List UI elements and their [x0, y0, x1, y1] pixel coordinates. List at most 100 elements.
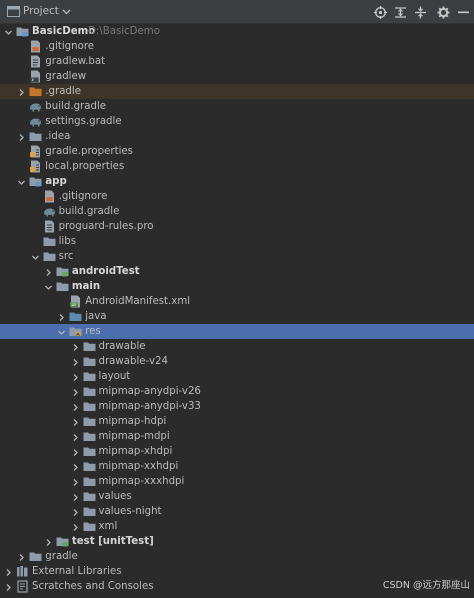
hide-panel-icon[interactable]	[456, 5, 470, 19]
folder-icon	[83, 415, 96, 428]
chevron-right-icon[interactable]	[71, 387, 80, 396]
chevron-right-icon[interactable]	[4, 582, 13, 591]
chevron-down-icon[interactable]	[57, 327, 66, 336]
tree-item[interactable]: src	[0, 249, 474, 264]
tree-item-label: libs	[58, 236, 77, 247]
tree-item[interactable]: gradlew.bat	[0, 54, 474, 69]
tree-item[interactable]: proguard-rules.pro	[0, 219, 474, 234]
tree-item[interactable]: app	[0, 174, 474, 189]
folder-icon	[29, 550, 42, 563]
tree-item[interactable]: BasicDemo D:\BasicDemo	[0, 24, 474, 39]
chevron-right-icon[interactable]	[71, 402, 80, 411]
tree-item[interactable]: gradle.properties	[0, 144, 474, 159]
chevron-right-icon[interactable]	[71, 477, 80, 486]
tree-item[interactable]: main	[0, 279, 474, 294]
chevron-right-icon[interactable]	[71, 462, 80, 471]
gear-icon[interactable]	[436, 5, 450, 19]
tree-item[interactable]: mipmap-anydpi-v33	[0, 399, 474, 414]
tree-item[interactable]: drawable	[0, 339, 474, 354]
tree-item[interactable]: build.gradle	[0, 99, 474, 114]
tree-item[interactable]: gradle	[0, 549, 474, 564]
tree-item[interactable]: mipmap-xhdpi	[0, 444, 474, 459]
expand-all-icon[interactable]	[393, 5, 407, 19]
properties-file-icon	[29, 160, 42, 173]
tree-item-path-hint: D:\BasicDemo	[88, 26, 160, 37]
folder-icon	[56, 280, 69, 293]
chevron-down-icon[interactable]	[62, 7, 71, 16]
tree-item[interactable]: mipmap-xxxhdpi	[0, 474, 474, 489]
tree-item-label: main	[71, 281, 101, 292]
tree-item[interactable]: .idea	[0, 129, 474, 144]
tree-item-label: values	[98, 491, 132, 502]
tree-item[interactable]: local.properties	[0, 159, 474, 174]
chevron-right-icon[interactable]	[71, 447, 80, 456]
tree-item-label: app	[45, 176, 67, 187]
chevron-right-icon[interactable]	[44, 537, 53, 546]
chevron-right-icon[interactable]	[71, 417, 80, 426]
chevron-right-icon[interactable]	[71, 432, 80, 441]
folder-icon	[83, 340, 96, 353]
tree-item[interactable]: drawable-v24	[0, 354, 474, 369]
tree-item-label: build.gradle	[45, 101, 107, 112]
tree-item[interactable]: mipmap-mdpi	[0, 429, 474, 444]
tree-item[interactable]: test [unitTest]	[0, 534, 474, 549]
chevron-down-icon[interactable]	[31, 252, 40, 261]
tree-item[interactable]: .gitignore	[0, 189, 474, 204]
scratches-icon	[16, 580, 29, 593]
tree-item-label: Scratches and Consoles	[32, 581, 154, 592]
folder-icon	[83, 400, 96, 413]
chevron-right-icon[interactable]	[17, 87, 26, 96]
gradle-elephant-icon	[43, 205, 56, 218]
tree-item[interactable]: .gradle	[0, 84, 474, 99]
tree-item[interactable]: xml	[0, 519, 474, 534]
project-toolbar: Project	[0, 0, 474, 24]
tree-item-label: java	[85, 311, 107, 322]
tree-item[interactable]: java	[0, 309, 474, 324]
chevron-right-icon[interactable]	[44, 267, 53, 276]
tree-item[interactable]: settings.gradle	[0, 114, 474, 129]
tree-item[interactable]: values	[0, 489, 474, 504]
chevron-right-icon[interactable]	[71, 342, 80, 351]
tree-item-label: gradle	[45, 551, 78, 562]
tree-item[interactable]: layout	[0, 369, 474, 384]
tree-item[interactable]: androidTest	[0, 264, 474, 279]
tree-item-label: mipmap-anydpi-v26	[98, 386, 201, 397]
libraries-icon	[16, 565, 29, 578]
folder-icon	[83, 475, 96, 488]
tree-item-label: settings.gradle	[45, 116, 122, 127]
chevron-right-icon[interactable]	[17, 132, 26, 141]
chevron-down-icon[interactable]	[4, 27, 13, 36]
chevron-right-icon[interactable]	[71, 522, 80, 531]
tree-item[interactable]: values-night	[0, 504, 474, 519]
folder-source-icon	[69, 310, 82, 323]
tree-item-label: local.properties	[45, 161, 125, 172]
gradle-elephant-icon	[29, 115, 42, 128]
tree-item[interactable]: res	[0, 324, 474, 339]
locate-file-icon[interactable]	[373, 5, 387, 19]
tree-item[interactable]: .gitignore	[0, 39, 474, 54]
collapse-all-icon[interactable]	[413, 5, 427, 19]
tree-item[interactable]: mipmap-xxhdpi	[0, 459, 474, 474]
chevron-right-icon[interactable]	[57, 312, 66, 321]
tree-item[interactable]: mipmap-anydpi-v26	[0, 384, 474, 399]
tree-item[interactable]: build.gradle	[0, 204, 474, 219]
chevron-right-icon[interactable]	[71, 357, 80, 366]
tree-item-label: drawable-v24	[98, 356, 168, 367]
tree-item[interactable]: mipmap-hdpi	[0, 414, 474, 429]
tree-item-label: .gitignore	[45, 41, 95, 52]
tree-item[interactable]: libs	[0, 234, 474, 249]
chevron-right-icon[interactable]	[71, 372, 80, 381]
chevron-right-icon[interactable]	[4, 567, 13, 576]
tree-item[interactable]: gradlew	[0, 69, 474, 84]
folder-icon	[29, 130, 42, 143]
chevron-down-icon[interactable]	[17, 177, 26, 186]
folder-icon	[83, 460, 96, 473]
tree-item[interactable]: AndroidManifest.xml	[0, 294, 474, 309]
chevron-right-icon[interactable]	[71, 507, 80, 516]
chevron-right-icon[interactable]	[17, 552, 26, 561]
chevron-down-icon[interactable]	[44, 282, 53, 291]
folder-module-icon	[29, 175, 42, 188]
project-view-title[interactable]: Project	[23, 5, 59, 17]
chevron-right-icon[interactable]	[71, 492, 80, 501]
gitignore-file-icon	[29, 40, 42, 53]
